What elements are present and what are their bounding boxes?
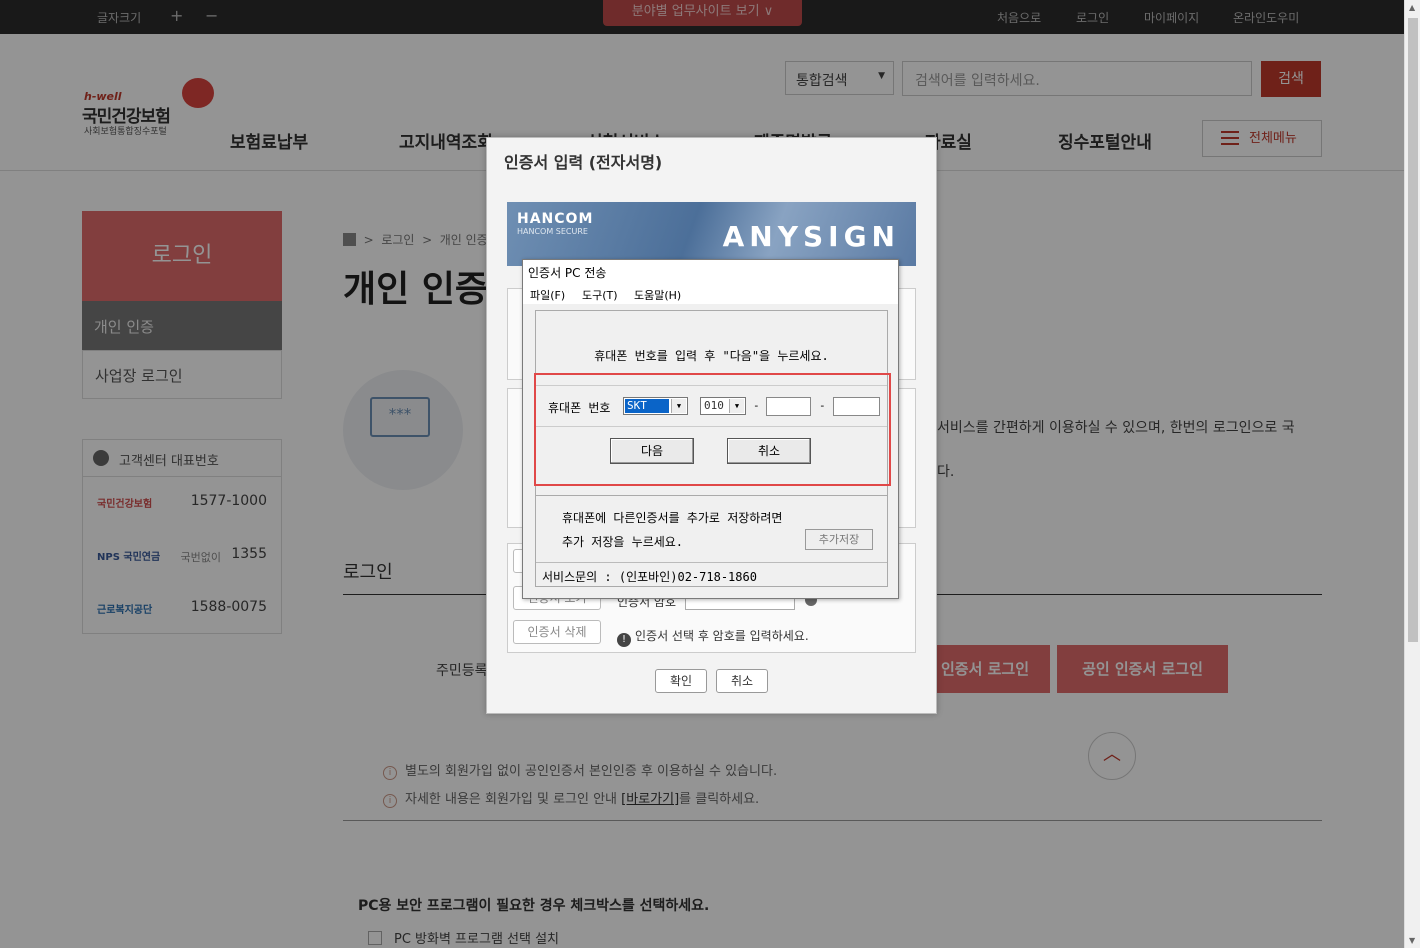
page-scrollbar[interactable]: ▲ ▼: [1404, 0, 1420, 948]
scroll-down-arrow-icon[interactable]: ▼: [1409, 936, 1415, 945]
anysign-logo: ANYSIGN: [722, 220, 900, 253]
highlight-box: [534, 373, 891, 486]
delete-cert-button[interactable]: 인증서 삭제: [513, 620, 601, 644]
scrollbar-thumb[interactable]: [1408, 18, 1418, 642]
pc-dialog-title: 인증서 PC 전송: [528, 266, 607, 280]
hancom-logo: HANCOM: [517, 211, 594, 227]
instruction-text: 휴대폰 번호를 입력 후 "다음"을 누르세요.: [594, 349, 829, 363]
service-contact: 서비스문의 : (인포바인)02-718-1860: [536, 562, 887, 586]
extra-text-1: 휴대폰에 다른인증서를 추가로 저장하려면: [562, 511, 783, 525]
anysign-banner: HANCOM HANCOM SECURE ANYSIGN: [507, 202, 916, 266]
menu-tools[interactable]: 도구(T): [582, 287, 618, 303]
extra-text-2: 추가 저장을 누르세요.: [562, 535, 684, 549]
menu-file[interactable]: 파일(F): [530, 287, 565, 303]
cancel-button[interactable]: 취소: [716, 669, 768, 693]
hancom-secure-label: HANCOM SECURE: [517, 227, 588, 236]
menu-help[interactable]: 도움말(H): [634, 287, 681, 303]
scroll-up-arrow-icon[interactable]: ▲: [1409, 3, 1415, 12]
warning-icon: !: [617, 633, 631, 647]
cert-warning-text: 인증서 선택 후 암호를 입력하세요.: [635, 629, 809, 643]
ok-button[interactable]: 확인: [655, 669, 707, 693]
additional-save-group: 휴대폰에 다른인증서를 추가로 저장하려면 추가 저장을 누르세요. 추가저장 …: [535, 495, 888, 587]
menu-bar: 파일(F) 도구(T) 도움말(H): [523, 284, 898, 304]
add-save-button[interactable]: 추가저장: [805, 529, 873, 550]
dialog-title: 인증서 입력 (전자서명): [504, 153, 663, 172]
cert-warning: ! 인증서 선택 후 암호를 입력하세요.: [617, 627, 809, 647]
